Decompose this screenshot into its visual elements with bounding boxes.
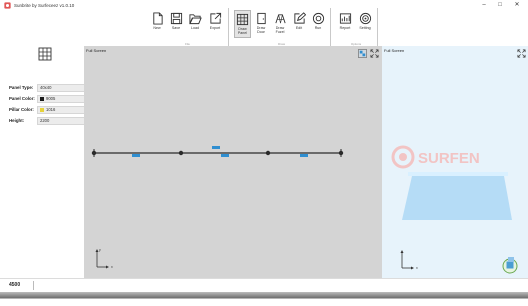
- panel-color-row: Panel Color: 9005 ▾: [9, 95, 90, 103]
- svg-text:y: y: [99, 248, 101, 252]
- draw-door-button[interactable]: Draw Door: [253, 10, 269, 38]
- window-title: Sunbrite by Surfeceez v1.0.10: [14, 3, 75, 8]
- fullscreen-expand-icon[interactable]: [517, 49, 526, 58]
- panel-type-value: 40x40: [40, 85, 52, 90]
- pillar-node[interactable]: [91, 150, 97, 156]
- run-icon: [312, 12, 324, 25]
- pillar-color-value: 1016: [46, 107, 56, 112]
- pillar-color-swatch: [40, 107, 44, 112]
- watermark-logo: SURFEN: [390, 144, 528, 170]
- pillar-node[interactable]: [178, 150, 184, 156]
- plan-canvas[interactable]: x y: [84, 46, 382, 278]
- folder-open-icon: [188, 14, 202, 25]
- ribbon-toolbar: New Save Load Export File Draw Panel Dra…: [147, 8, 378, 46]
- maximize-button[interactable]: □: [494, 1, 506, 10]
- door-icon: [256, 12, 266, 25]
- edit-icon: [293, 12, 306, 24]
- plan-fullscreen-label: Full Screen: [86, 48, 107, 53]
- plan-view[interactable]: x y Full Screen: [84, 46, 382, 278]
- axis-gizmo: x y: [95, 248, 113, 269]
- save-icon: [170, 12, 182, 25]
- ribbon-group-file: New Save Load Export File: [147, 8, 229, 46]
- run-button[interactable]: Run: [310, 10, 326, 38]
- ribbon-group-draw: Draw Panel Draw Door Draw Fuzel Edit Run…: [233, 8, 331, 46]
- panel-marker[interactable]: [221, 154, 229, 157]
- status-bar: 4500: [0, 278, 528, 292]
- export-icon: [209, 12, 221, 24]
- report-button[interactable]: Report: [337, 10, 353, 38]
- panel-type-label: Panel Type:: [9, 85, 34, 90]
- panel-type-select[interactable]: 40x40 ▾: [37, 84, 90, 92]
- watermark-graphic: SURFEN: [391, 145, 480, 169]
- 3d-fullscreen-label: Full Screen: [384, 48, 405, 53]
- panel-color-select[interactable]: 9005 ▾: [37, 95, 90, 103]
- panel-color-swatch: [40, 96, 44, 101]
- pillar-node[interactable]: [338, 150, 344, 156]
- pillar-color-row: Pillar Color: 1016 ▾: [9, 106, 90, 114]
- load-button[interactable]: Load: [187, 10, 203, 38]
- panel-marker[interactable]: [212, 146, 220, 149]
- edit-button[interactable]: Edit: [291, 10, 307, 38]
- panel-marker[interactable]: [300, 154, 308, 157]
- bottom-shadow: [0, 292, 528, 306]
- fuzel-icon: [274, 14, 286, 24]
- status-field: [33, 281, 523, 290]
- model-floor: [402, 176, 512, 220]
- svg-text:x: x: [416, 266, 418, 270]
- pillar-node[interactable]: [265, 150, 271, 156]
- height-row: Height: 2200 ▾: [9, 117, 90, 125]
- axis-gizmo-3d: x: [400, 250, 418, 270]
- close-button[interactable]: ✕: [511, 1, 523, 10]
- app-logo-icon: [4, 2, 11, 9]
- export-button[interactable]: Export: [207, 10, 223, 38]
- watermark-text: SURFEN: [418, 150, 480, 167]
- layout-toggle-icon[interactable]: [358, 49, 367, 58]
- panel-color-label: Panel Color:: [9, 96, 35, 101]
- new-file-icon: [152, 12, 163, 25]
- height-value: 2200: [40, 118, 50, 123]
- panel-grid-icon: [38, 47, 52, 61]
- new-button[interactable]: New: [149, 10, 165, 38]
- properties-panel: Panel Type: 40x40 ▾ Panel Color: 9005 ▾ …: [0, 46, 90, 278]
- model-top: [408, 172, 508, 176]
- total-length-value: 4500: [9, 282, 21, 288]
- panel-color-value: 9005: [46, 96, 56, 101]
- fullscreen-expand-icon[interactable]: [370, 49, 379, 58]
- minimize-button[interactable]: –: [478, 1, 490, 10]
- pillar-color-select[interactable]: 1016 ▾: [37, 106, 90, 114]
- report-icon: [339, 13, 351, 24]
- panel-marker[interactable]: [132, 154, 140, 157]
- save-button[interactable]: Save: [168, 10, 184, 38]
- 3d-view[interactable]: x SURFEN Full Screen: [382, 46, 528, 278]
- ribbon-group-options: Report Setting Options: [335, 8, 378, 46]
- grid-panel-icon: [236, 13, 249, 26]
- height-select[interactable]: 2200 ▾: [37, 117, 90, 125]
- setting-button[interactable]: Setting: [357, 10, 373, 38]
- settings-icon: [359, 12, 371, 25]
- panel-type-row: Panel Type: 40x40 ▾: [9, 84, 90, 92]
- height-label: Height:: [9, 118, 25, 123]
- draw-panel-button[interactable]: Draw Panel: [234, 10, 251, 38]
- draw-fuzel-button[interactable]: Draw Fuzel: [272, 10, 288, 38]
- pillar-color-label: Pillar Color:: [9, 107, 34, 112]
- svg-text:x: x: [111, 265, 113, 269]
- view-cube-icon[interactable]: [502, 257, 518, 274]
